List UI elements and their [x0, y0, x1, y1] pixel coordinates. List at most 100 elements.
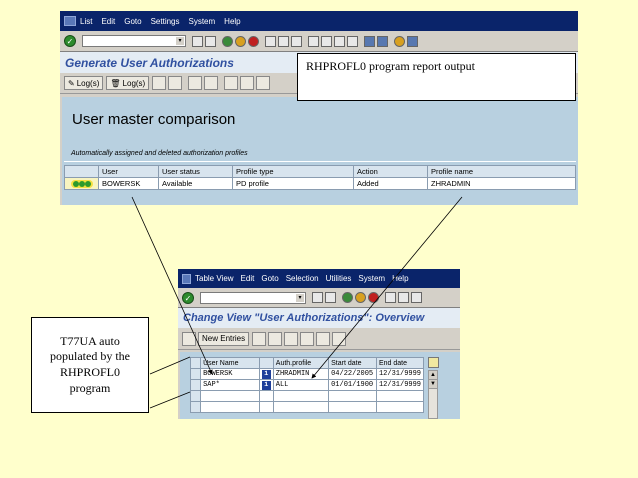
- last-page-icon[interactable]: [347, 35, 358, 47]
- print-icon[interactable]: [385, 292, 396, 303]
- new-entries-button[interactable]: New Entries: [198, 331, 250, 346]
- check-icon[interactable]: ✓: [64, 35, 76, 47]
- header-user-name[interactable]: User Name: [200, 357, 260, 369]
- delete-icon[interactable]: [268, 331, 283, 346]
- undo-icon[interactable]: [284, 331, 299, 346]
- menu-settings[interactable]: Settings: [151, 17, 180, 26]
- deselect-icon[interactable]: [332, 331, 347, 346]
- menu-edit[interactable]: Edit: [101, 17, 115, 26]
- cell-profile-type[interactable]: PD profile: [232, 176, 354, 191]
- info-cell[interactable]: i: [258, 368, 274, 380]
- sort-desc-icon[interactable]: [240, 76, 255, 90]
- print-icon[interactable]: [265, 35, 276, 47]
- shortcut-icon[interactable]: [377, 35, 388, 47]
- save-icon[interactable]: [205, 35, 216, 47]
- info-cell[interactable]: i: [258, 379, 274, 391]
- cell-action[interactable]: Added: [353, 176, 428, 191]
- exit-icon[interactable]: [355, 292, 366, 303]
- find-next-icon[interactable]: [291, 35, 302, 47]
- find-icon[interactable]: [278, 35, 289, 47]
- vertical-scrollbar[interactable]: ▲ ▼: [428, 370, 438, 419]
- menu-system[interactable]: System: [189, 17, 216, 26]
- back-icon[interactable]: [222, 35, 233, 47]
- row-selector[interactable]: [189, 368, 202, 380]
- table-icon[interactable]: [168, 76, 183, 90]
- menu-edit[interactable]: Edit: [241, 274, 255, 283]
- first-icon[interactable]: [188, 76, 203, 90]
- cell-user-name[interactable]: BOWERSK: [200, 368, 260, 380]
- prev-page-icon[interactable]: [321, 35, 332, 47]
- menu-list[interactable]: List: [80, 17, 92, 26]
- header-end-date[interactable]: End date: [375, 357, 425, 369]
- cell-auth-profile[interactable]: ALL: [272, 379, 330, 391]
- header-profile-name[interactable]: Profile name: [427, 165, 576, 178]
- table-row[interactable]: [189, 401, 425, 413]
- header-start-date[interactable]: Start date: [328, 357, 377, 369]
- command-field[interactable]: ▾: [200, 291, 306, 304]
- header-action[interactable]: Action: [353, 165, 428, 178]
- command-history-icon[interactable]: ▾: [176, 37, 184, 45]
- next-page-icon[interactable]: [334, 35, 345, 47]
- table-row[interactable]: SAP* i ALL 01/01/1900 12/31/9999: [189, 379, 425, 391]
- log-button-2[interactable]: 🗑 Log(s): [106, 76, 150, 90]
- back-arrow-icon[interactable]: [192, 35, 203, 47]
- menu-table-view[interactable]: Table View: [195, 274, 234, 283]
- menu-utilities[interactable]: Utilities: [326, 274, 352, 283]
- exit-icon[interactable]: [235, 35, 246, 47]
- header-profile-type[interactable]: Profile type: [232, 165, 354, 178]
- sort-asc-icon[interactable]: [224, 76, 239, 90]
- menu-goto[interactable]: Goto: [124, 17, 141, 26]
- new-session-icon[interactable]: [364, 35, 375, 47]
- sap-menu-icon[interactable]: [182, 273, 191, 284]
- cancel-icon[interactable]: [368, 292, 379, 303]
- filter-icon[interactable]: [256, 76, 271, 90]
- layout-icon[interactable]: [407, 35, 418, 47]
- menu-help[interactable]: Help: [392, 274, 408, 283]
- cell-end-date[interactable]: 12/31/9999: [375, 379, 425, 391]
- header-select[interactable]: [189, 357, 202, 369]
- command-history-icon[interactable]: ▾: [296, 293, 304, 302]
- find-next-icon[interactable]: [411, 292, 422, 303]
- cell-user[interactable]: BOWERSK: [98, 176, 159, 191]
- table-row[interactable]: [189, 390, 425, 402]
- find-icon[interactable]: [398, 292, 409, 303]
- table-row[interactable]: BOWERSK i ZHRADMIN 04/22/2005 12/31/9999: [189, 368, 425, 380]
- cell-user-name[interactable]: SAP*: [200, 379, 260, 391]
- back-icon[interactable]: [342, 292, 353, 303]
- back-arrow-icon[interactable]: [312, 292, 323, 303]
- cancel-icon[interactable]: [248, 35, 259, 47]
- cell-profile-name[interactable]: ZHRADMIN: [427, 176, 576, 191]
- column-settings-icon[interactable]: [428, 357, 439, 368]
- info-icon[interactable]: i: [261, 380, 271, 390]
- cell-end-date[interactable]: 12/31/9999: [375, 368, 425, 380]
- scroll-down-icon[interactable]: ▼: [429, 380, 437, 389]
- header-user[interactable]: User: [98, 165, 159, 178]
- first-page-icon[interactable]: [308, 35, 319, 47]
- cell-start-date[interactable]: 04/22/2005: [328, 368, 377, 380]
- check-icon[interactable]: ✓: [182, 291, 194, 304]
- log-button-1[interactable]: ✎ Log(s): [64, 76, 104, 90]
- display-change-icon[interactable]: [182, 331, 196, 346]
- help-icon[interactable]: [394, 35, 405, 47]
- select-block-icon[interactable]: [316, 331, 331, 346]
- sap-menu-icon[interactable]: [64, 16, 76, 26]
- copy-icon[interactable]: [252, 331, 267, 346]
- menu-selection[interactable]: Selection: [286, 274, 319, 283]
- menu-system[interactable]: System: [358, 274, 385, 283]
- cell-start-date[interactable]: 01/01/1900: [328, 379, 377, 391]
- select-all-icon[interactable]: [300, 331, 315, 346]
- scroll-up-icon[interactable]: ▲: [429, 371, 437, 380]
- cell-status[interactable]: Available: [158, 176, 233, 191]
- menu-goto[interactable]: Goto: [261, 274, 278, 283]
- cell-auth-profile[interactable]: ZHRADMIN: [272, 368, 330, 380]
- detail-icon[interactable]: [152, 76, 167, 90]
- header-user-status[interactable]: User status: [158, 165, 233, 178]
- info-icon[interactable]: i: [261, 369, 271, 379]
- menu-help[interactable]: Help: [224, 17, 240, 26]
- select-icon[interactable]: [204, 76, 219, 90]
- save-icon[interactable]: [325, 292, 336, 303]
- row-selector[interactable]: [189, 379, 202, 391]
- command-field[interactable]: ▾: [82, 35, 186, 47]
- table-row[interactable]: BOWERSK Available PD profile Added ZHRAD…: [64, 176, 576, 191]
- header-auth-profile[interactable]: Auth.profile: [272, 357, 330, 369]
